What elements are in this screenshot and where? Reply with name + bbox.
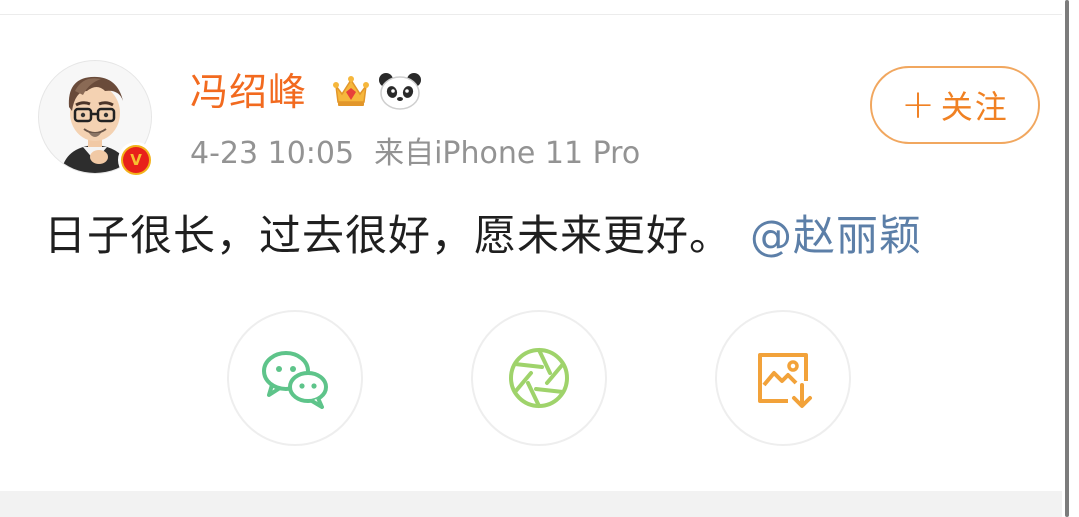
moments-icon — [509, 348, 569, 408]
save-image-icon — [758, 353, 812, 408]
share-moments-button[interactable] — [471, 310, 607, 446]
post-timestamp: 4-23 10:05 — [190, 136, 355, 171]
username[interactable]: 冯绍峰 — [190, 66, 307, 118]
plus-icon: + — [901, 82, 937, 128]
verified-badge-icon: V — [118, 142, 154, 178]
save-image-button[interactable] — [715, 310, 851, 446]
post-content: 日子很长，过去很好，愿未来更好。 @赵丽颖 — [44, 208, 922, 264]
verified-badge-letter: V — [123, 147, 149, 173]
post-meta: 4-23 10:05 来自iPhone 11 Pro — [190, 134, 640, 174]
panda-icon[interactable] — [377, 70, 423, 112]
crown-icon[interactable] — [330, 70, 372, 112]
share-wechat-button[interactable] — [227, 310, 363, 446]
scrollbar[interactable] — [1065, 0, 1069, 517]
wechat-icon — [262, 351, 328, 409]
follow-label: 关注 — [940, 88, 1009, 126]
top-divider — [0, 14, 1062, 15]
mention-link[interactable]: @赵丽颖 — [750, 211, 922, 260]
post-source[interactable]: 来自iPhone 11 Pro — [374, 136, 640, 171]
weibo-post-card: V 冯绍峰 4-23 10:05 来自iPhone 11 Pro + 关注 日子很… — [0, 0, 1079, 517]
avatar[interactable]: V — [38, 60, 154, 178]
follow-button[interactable]: + 关注 — [870, 66, 1040, 144]
bottom-divider-bar — [0, 491, 1062, 517]
post-text: 日子很长，过去很好，愿未来更好。 — [44, 211, 733, 260]
